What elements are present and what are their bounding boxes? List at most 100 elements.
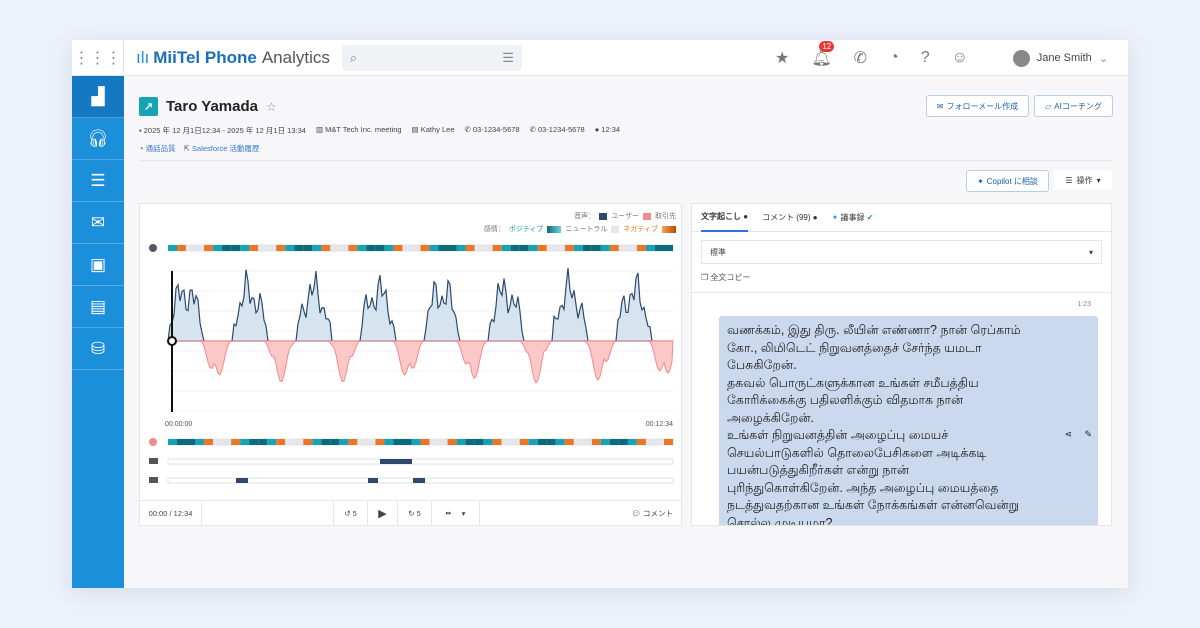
sentiment-segment — [627, 439, 637, 445]
caret-down-icon: ▾ — [1088, 247, 1093, 257]
app-window: ⋮⋮⋮ ılı MiiTel Phone Analytics ⌕ ☰ ★ 🔔︎ 12 ✆… — [72, 39, 1128, 588]
sentiment-segment — [402, 245, 412, 251]
app-grid-icon[interactable]: ⋮⋮⋮ — [72, 39, 124, 76]
sentiment-segment — [528, 245, 538, 251]
sentiment-segment — [582, 439, 592, 445]
analytics-icon[interactable]: ▟ — [72, 76, 124, 118]
follow-mail-button[interactable]: ✉ フォローメール作成 — [926, 95, 1029, 117]
sentiment-segment — [492, 245, 502, 251]
sentiment-segment — [348, 439, 358, 445]
time-position: 00:00 / 12:34 — [140, 500, 202, 526]
call-quality-link[interactable]: ◔ 通話品質 — [139, 143, 176, 154]
sms-icon[interactable]: ✉ — [72, 202, 124, 244]
sentiment-segment — [609, 245, 619, 251]
sentiment-segment — [438, 439, 448, 445]
dashboard-icon[interactable]: ◔ — [889, 49, 899, 67]
logo-bold: MiiTel — [153, 47, 201, 67]
client-waveform — [168, 340, 674, 384]
meta-contact: ▤ Kathy Lee — [411, 125, 455, 134]
user-menu[interactable]: Jane Smith ⌄ — [1012, 40, 1108, 76]
mode-select[interactable]: 標準 ▾ — [701, 240, 1102, 264]
clipboard-icon[interactable]: ▤ — [72, 286, 124, 328]
sparkle-icon: ✦ — [831, 213, 839, 222]
sentiment-segment — [195, 245, 205, 251]
logo-phone: Phone — [204, 47, 257, 67]
sentiment-segment — [186, 439, 196, 445]
sentiment-segment — [600, 439, 610, 445]
speaker-icon — [149, 477, 158, 483]
transcript-bubble: வணக்கம், இது திரு. லீயின் எண்ணா? நான் ரெ… — [719, 316, 1098, 525]
copilot-button[interactable]: ✦ Copilot に相談 — [966, 170, 1049, 192]
transcript-panel: 文字起こし ● コメント (99) ● ✦ 議事録 ✔ 標準 ▾ ❐ 全文コピー … — [691, 203, 1112, 526]
sentiment-segment — [438, 245, 448, 251]
info-icon: ● — [743, 212, 749, 221]
bell-icon[interactable]: 🔔︎ 12 — [811, 41, 835, 68]
sentiment-segment — [285, 245, 295, 251]
tab-minutes[interactable]: ✦ 議事録 ✔ — [832, 212, 874, 223]
audio-player: 音声： ユーザー 取引先 感情： ポジティブ ニュートラル ネガティブ 00:00:00 0… — [139, 203, 682, 526]
sentiment-segment — [609, 439, 619, 445]
sentiment-segment — [519, 245, 529, 251]
sentiment-segment — [411, 245, 421, 251]
avatar — [1012, 49, 1030, 67]
sentiment-segment — [195, 439, 205, 445]
play-button[interactable]: ▶ — [368, 500, 398, 526]
sentiment-segment — [591, 245, 601, 251]
skip-forward-button[interactable]: ↻ 5 — [398, 500, 432, 526]
utterance-time: 1:23 — [1077, 301, 1091, 308]
sentiment-segment — [456, 439, 466, 445]
player-controls: 00:00 / 12:34 ↺ 5 ▶ ↻ 5 ⏩︎ ▾ 💬︎ コメント — [140, 500, 681, 526]
sentiment-segment — [231, 245, 241, 251]
search-input[interactable]: ⌕ ☰ — [341, 44, 522, 71]
phone-icon[interactable]: ✆ — [854, 48, 867, 68]
time-start: 00:00:00 — [165, 421, 192, 428]
headset-icon[interactable]: 🎧︎ — [72, 118, 124, 160]
copy-all-button[interactable]: ❐ 全文コピー — [701, 272, 1102, 283]
sentiment-segment — [465, 245, 475, 251]
sentiment-segment — [654, 439, 664, 445]
meta-phone-out: ✆ 03-1234-5678 — [464, 125, 520, 134]
speed-dropdown[interactable]: ⏩︎ ▾ — [432, 500, 480, 526]
ai-coaching-button[interactable]: ▱ AIコーチング — [1034, 95, 1113, 117]
agent-icon[interactable]: ☺ — [952, 49, 968, 67]
speaker-segment — [236, 478, 248, 483]
sentiment-segment — [366, 245, 376, 251]
notification-badge: 12 — [819, 41, 835, 52]
comment-button[interactable]: 💬︎ コメント — [631, 508, 681, 519]
user-emotion-icon — [149, 244, 157, 252]
sentiment-segment — [573, 245, 583, 251]
meta-duration: ● 12:34 — [594, 125, 621, 134]
sentiment-segment — [546, 245, 556, 251]
salesforce-link[interactable]: ⇱ Salesforce 活動履歴 — [184, 143, 260, 154]
sentiment-segment — [204, 245, 214, 251]
waveform[interactable]: 00:00:00 00:12:34 — [140, 234, 681, 504]
sentiment-segment — [636, 439, 646, 445]
favorite-star-icon[interactable]: ☆ — [266, 100, 277, 114]
share-icon[interactable]: ⋖ — [1064, 426, 1072, 444]
sentiment-segment — [366, 439, 376, 445]
logo[interactable]: ılı MiiTel Phone Analytics — [136, 48, 330, 68]
database-icon[interactable]: ⛁ — [72, 328, 124, 370]
skip-back-button[interactable]: ↺ 5 — [334, 500, 368, 526]
contacts-icon[interactable]: ▣ — [72, 244, 124, 286]
sentiment-segment — [393, 439, 403, 445]
star-icon[interactable]: ★ — [775, 48, 789, 68]
record-title: Taro Yamada — [166, 98, 258, 115]
operations-dropdown[interactable]: ☰ 操作 ▾ — [1054, 170, 1112, 190]
tab-comments[interactable]: コメント (99) ● — [762, 212, 818, 223]
help-icon[interactable]: ? — [921, 49, 930, 67]
list-icon[interactable]: ☰ — [72, 160, 124, 202]
sentiment-segment — [501, 439, 511, 445]
external-link-icon[interactable]: ↗ — [139, 97, 158, 116]
filter-icon[interactable]: ☰ — [502, 50, 514, 66]
sentiment-segment — [429, 439, 439, 445]
edit-icon[interactable]: ✎ — [1084, 426, 1092, 444]
sentiment-segment — [555, 439, 565, 445]
tab-transcript[interactable]: 文字起こし ● — [701, 204, 749, 232]
sentiment-segment — [294, 245, 304, 251]
sentiment-segment — [510, 245, 520, 251]
sentiment-segment — [168, 245, 178, 251]
page-title: ↗ Taro Yamada ☆ — [139, 97, 277, 116]
info-icon: ● — [812, 213, 818, 222]
playhead-handle — [167, 336, 177, 346]
